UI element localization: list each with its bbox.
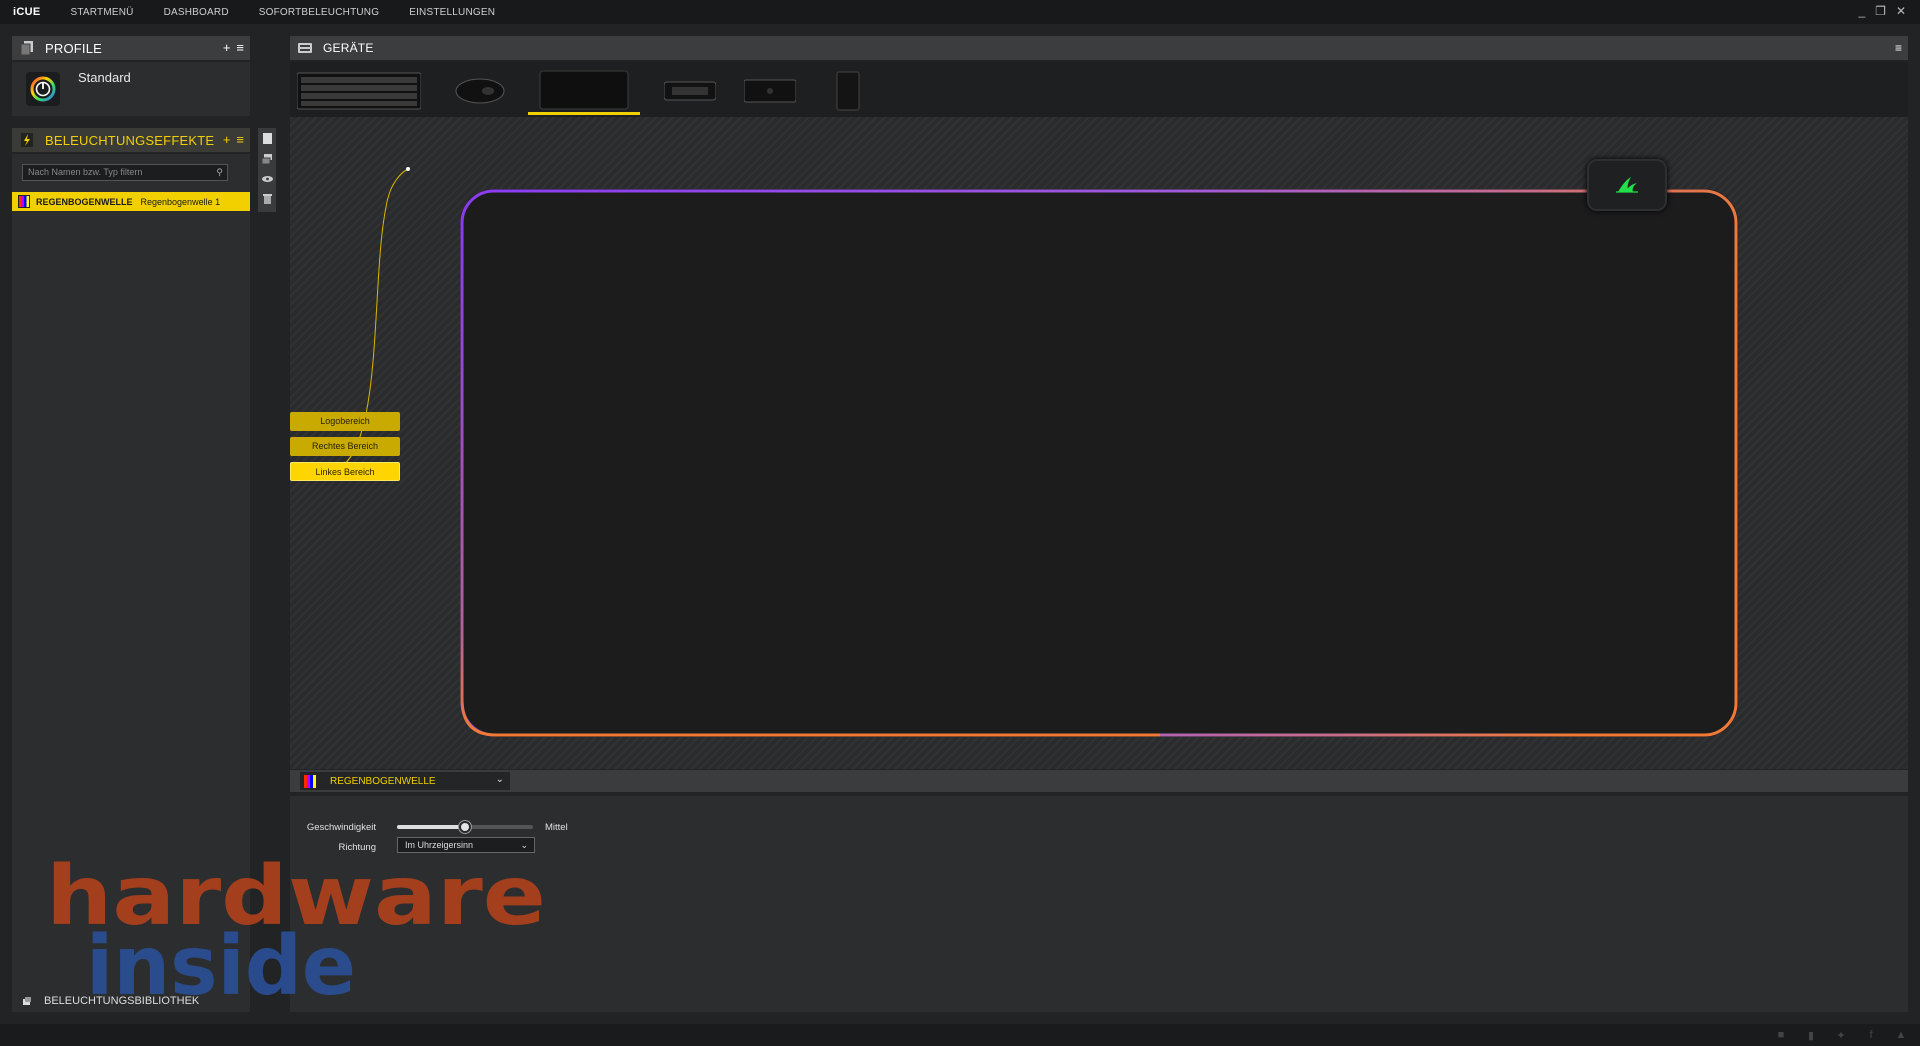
effect-search-input[interactable]: Nach Namen bzw. Typ filtern ⚲ <box>22 164 228 181</box>
nav-instant-lighting[interactable]: SOFORTBELEUCHTUNG <box>259 7 379 18</box>
mousepad-led-border <box>460 189 1738 737</box>
devices-menu-button[interactable]: ≡ <box>1895 40 1902 56</box>
direction-label: Richtung <box>338 842 377 853</box>
device-selector <box>290 62 1908 117</box>
effect-toolstrip <box>258 128 276 212</box>
status-bar: ■ ▮ ✦ f ▲ <box>0 1024 1920 1046</box>
device-hub[interactable] <box>740 67 800 115</box>
effect-type-dropdown[interactable]: REGENBOGENWELLE ⌄ <box>300 772 510 790</box>
restore-button[interactable]: ❐ <box>1875 4 1886 18</box>
chat-icon[interactable]: ▮ <box>1804 1028 1818 1042</box>
chevron-down-icon: ⌄ <box>520 840 528 850</box>
lightning-icon <box>19 132 35 148</box>
effect-settings-panel: Geschwindigkeit Mittel Richtung Im Uhrze… <box>290 796 1908 1012</box>
trash-icon[interactable] <box>261 191 273 206</box>
forum-icon[interactable]: ■ <box>1774 1028 1788 1042</box>
effect-type: REGENBOGENWELLE <box>36 196 133 207</box>
speed-label: Geschwindigkeit <box>306 822 376 833</box>
effect-list-item[interactable]: REGENBOGENWELLE Regenbogenwelle 1 <box>12 192 250 211</box>
chevron-down-icon: ⌄ <box>495 774 504 785</box>
effects-panel-header: BELEUCHTUNGSEFFEKTE + ≡ <box>12 128 250 152</box>
rainbow-effect-icon <box>18 195 30 208</box>
title-bar: iCUE STARTMENÜ DASHBOARD SOFORTBELEUCHTU… <box>0 0 1920 24</box>
effects-panel-title: BELEUCHTUNGSEFFEKTE <box>45 132 215 148</box>
library-icon <box>23 997 31 1005</box>
keyboard-header-icon <box>297 40 313 56</box>
device-mousepad[interactable] <box>528 67 640 115</box>
layers-icon[interactable] <box>261 151 273 166</box>
lighting-library-label: BELEUCHTUNGSBIBLIOTHEK <box>44 995 200 1007</box>
profile-panel-header: PROFILE + ≡ <box>12 36 250 60</box>
corsair-icon[interactable]: ▲ <box>1894 1028 1908 1042</box>
app-brand: iCUE <box>13 6 41 18</box>
minimize-button[interactable]: _ <box>1858 4 1865 18</box>
speed-value: Mittel <box>545 822 568 833</box>
facebook-icon[interactable]: f <box>1864 1028 1878 1042</box>
effect-name: Regenbogenwelle 1 <box>140 196 221 207</box>
add-effect-button[interactable]: + <box>223 132 231 148</box>
speed-slider-fill <box>397 825 465 829</box>
effect-select-bar: REGENBOGENWELLE ⌄ <box>290 770 1908 792</box>
nav-dashboard[interactable]: DASHBOARD <box>164 7 229 18</box>
effects-menu-button[interactable]: ≡ <box>236 132 244 148</box>
visibility-icon[interactable] <box>261 171 273 186</box>
close-button[interactable]: ✕ <box>1896 4 1906 18</box>
speed-slider[interactable] <box>397 821 533 833</box>
profile-logo-icon <box>26 72 60 106</box>
devices-panel-header: GERÄTE ≡ <box>290 36 1908 60</box>
nav-settings[interactable]: EINSTELLUNGEN <box>409 7 495 18</box>
search-placeholder: Nach Namen bzw. Typ filtern <box>28 167 143 177</box>
profile-icon <box>19 40 35 56</box>
copy-icon[interactable] <box>261 131 273 146</box>
zone-left-button[interactable]: Linkes Bereich <box>290 462 400 481</box>
corsair-logo-icon <box>1587 159 1667 211</box>
profile-panel-title: PROFILE <box>45 40 103 56</box>
twitter-icon[interactable]: ✦ <box>1834 1028 1848 1042</box>
device-psu[interactable] <box>828 67 868 115</box>
zone-logo-button[interactable]: Logobereich <box>290 412 400 431</box>
search-icon[interactable]: ⚲ <box>216 165 223 180</box>
device-canvas: Logobereich Rechtes Bereich Linkes Berei… <box>290 117 1908 769</box>
device-controller[interactable] <box>660 67 720 115</box>
profile-menu-button[interactable]: ≡ <box>236 40 244 56</box>
nav-startmenu[interactable]: STARTMENÜ <box>70 7 133 18</box>
window-controls: _ ❐ ✕ <box>1858 4 1906 18</box>
profile-item[interactable]: Standard <box>12 62 250 116</box>
direction-value: Im Uhrzeigersinn <box>405 840 474 850</box>
lighting-library-bar[interactable]: BELEUCHTUNGSBIBLIOTHEK <box>12 990 250 1012</box>
direction-dropdown[interactable]: Im Uhrzeigersinn ⌄ <box>397 837 535 853</box>
effects-list-panel: Nach Namen bzw. Typ filtern ⚲ REGENBOGEN… <box>12 154 250 1012</box>
profile-name: Standard <box>78 70 131 85</box>
effect-type-value: REGENBOGENWELLE <box>330 775 436 787</box>
speed-slider-thumb[interactable] <box>459 821 471 833</box>
rainbow-effect-icon <box>304 774 316 788</box>
devices-panel-title: GERÄTE <box>323 41 374 55</box>
device-keyboard[interactable] <box>296 67 422 115</box>
add-profile-button[interactable]: + <box>223 40 231 56</box>
social-links: ■ ▮ ✦ f ▲ <box>1774 1028 1908 1042</box>
zone-right-button[interactable]: Rechtes Bereich <box>290 437 400 456</box>
device-mouse[interactable] <box>450 67 510 115</box>
